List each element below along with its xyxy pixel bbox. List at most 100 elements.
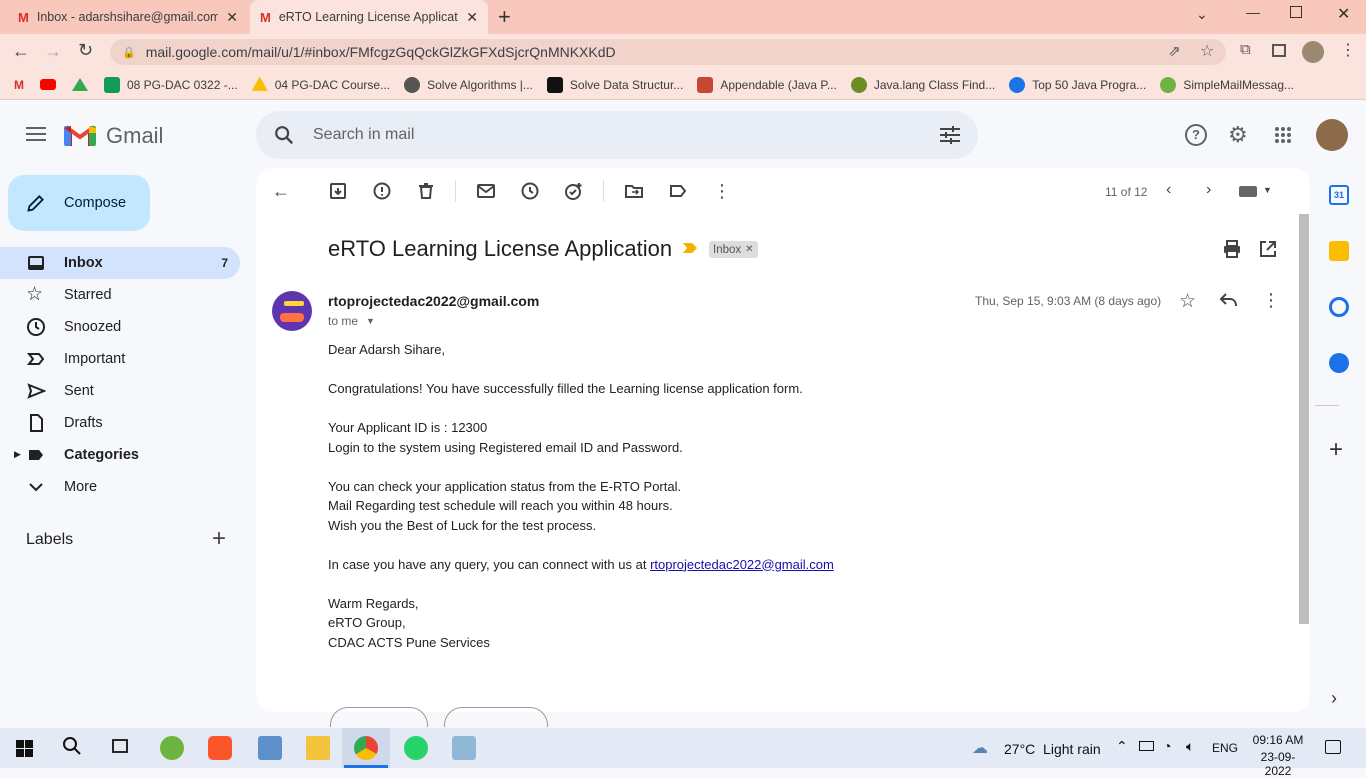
spring-tool-icon[interactable] [160, 736, 184, 760]
compose-button[interactable]: Compose [8, 175, 150, 231]
message-more-icon[interactable]: ⋮ [1262, 290, 1280, 311]
close-tab-icon[interactable]: ✕ [466, 9, 478, 26]
task-view-icon[interactable] [110, 736, 134, 760]
youtube-bookmark-icon[interactable] [40, 79, 56, 90]
bookmark-item[interactable]: 04 PG-DAC Course... [251, 76, 390, 93]
reload-icon[interactable]: ↻ [78, 40, 93, 61]
contact-email-link[interactable]: rtoprojectedac2022@gmail.com [650, 557, 834, 572]
add-to-tasks-icon[interactable] [564, 181, 584, 201]
taskbar-search-icon[interactable] [62, 736, 86, 760]
more-options-icon[interactable]: ⋮ [712, 181, 732, 201]
tab-inbox[interactable]: M Inbox - adarshsihare@gmail.com ✕ [8, 0, 248, 34]
sender-avatar[interactable] [272, 291, 312, 331]
delete-icon[interactable] [416, 181, 436, 201]
wifi-icon[interactable]: ◔ [1163, 738, 1171, 754]
reply-button[interactable] [330, 707, 428, 727]
clock-date[interactable]: 23-09-2022 [1250, 750, 1306, 778]
tab-search-icon[interactable]: ⌄ [1196, 6, 1208, 23]
close-tab-icon[interactable]: ✕ [226, 9, 238, 26]
language-indicator[interactable]: ENG [1212, 741, 1238, 755]
nav-drafts[interactable]: Drafts [0, 407, 240, 439]
contacts-icon[interactable] [1329, 353, 1349, 373]
window-close-icon[interactable]: ✕ [1337, 4, 1350, 24]
drive-bookmark-icon[interactable] [72, 78, 88, 91]
report-spam-icon[interactable] [372, 181, 392, 201]
weather-text[interactable]: 27°C Light rain [1004, 741, 1101, 757]
older-icon[interactable]: › [1206, 181, 1211, 199]
print-icon[interactable] [1222, 239, 1242, 259]
keyboard-icon[interactable] [1239, 186, 1257, 197]
brave-browser-icon[interactable] [208, 736, 232, 760]
archive-icon[interactable] [328, 181, 348, 201]
mark-unread-icon[interactable] [476, 181, 496, 201]
gmail-bookmark-icon[interactable]: M [14, 78, 24, 92]
newer-icon[interactable]: ‹ [1166, 181, 1171, 199]
search-input[interactable]: Search in mail [313, 126, 414, 144]
recipient-details[interactable]: to me ▼ [328, 314, 375, 328]
search-options-icon[interactable] [940, 126, 960, 144]
battery-icon[interactable] [1139, 741, 1154, 751]
remove-label-icon[interactable]: ✕ [745, 244, 753, 255]
forward-icon[interactable]: → [44, 41, 62, 62]
minimize-icon[interactable]: — [1246, 4, 1260, 20]
gmail-logo-icon[interactable] [64, 122, 96, 146]
tray-chevron-up-icon[interactable]: ⌃ [1116, 738, 1128, 755]
forward-button[interactable] [444, 707, 548, 727]
bookmark-item[interactable]: 08 PG-DAC 0322 -... [104, 76, 238, 93]
nav-important[interactable]: Important [0, 343, 240, 375]
address-bar[interactable]: 🔒 mail.google.com/mail/u/1/#inbox/FMfcgz… [110, 39, 1226, 65]
search-bar[interactable]: Search in mail [256, 111, 978, 159]
share-icon[interactable]: ⇗ [1168, 42, 1181, 60]
nav-categories[interactable]: ▶ Categories [0, 439, 240, 471]
nav-sent[interactable]: Sent [0, 375, 240, 407]
bookmark-item[interactable]: Appendable (Java P... [697, 76, 837, 93]
help-icon[interactable]: ? [1185, 124, 1207, 146]
weather-icon[interactable]: ☁ [972, 738, 988, 758]
tab-erto[interactable]: M eRTO Learning License Applicatio ✕ [250, 0, 488, 34]
bookmark-item[interactable]: Solve Data Structur... [546, 76, 683, 93]
menu-kebab-icon[interactable]: ⋮ [1340, 40, 1356, 60]
settings-gear-icon[interactable]: ⚙ [1228, 122, 1248, 148]
windows-start-icon[interactable] [16, 740, 33, 757]
show-details-icon[interactable]: ▼ [366, 316, 375, 326]
expand-arrow-icon[interactable]: ▶ [14, 449, 21, 460]
tasks-icon[interactable] [1329, 297, 1349, 317]
restore-icon[interactable] [1290, 6, 1302, 18]
laptop-app-icon[interactable] [258, 736, 282, 760]
sender-address[interactable]: rtoprojectedac2022@gmail.com [328, 293, 539, 309]
inbox-label-chip[interactable]: Inbox ✕ [709, 241, 758, 258]
chrome-icon[interactable] [354, 736, 378, 760]
bookmark-star-icon[interactable]: ☆ [1200, 41, 1214, 61]
back-icon[interactable]: ← [12, 41, 30, 62]
reply-icon[interactable] [1219, 292, 1237, 308]
apps-grid-icon[interactable] [1274, 126, 1292, 144]
account-avatar[interactable] [1316, 119, 1348, 151]
file-explorer-icon[interactable] [306, 736, 330, 760]
add-label-icon[interactable]: + [212, 527, 226, 551]
back-to-inbox-icon[interactable]: ← [272, 181, 292, 201]
nav-starred[interactable]: ☆ Starred [0, 279, 240, 311]
new-tab-icon[interactable]: + [498, 4, 511, 30]
profile-avatar[interactable] [1302, 41, 1324, 63]
nav-more[interactable]: More [0, 471, 240, 503]
bookmark-item[interactable]: Java.lang Class Find... [850, 76, 995, 93]
star-message-icon[interactable]: ☆ [1179, 290, 1196, 313]
extensions-icon[interactable]: ⧉ [1240, 41, 1251, 58]
calendar-icon[interactable]: 31 [1329, 185, 1349, 205]
keep-icon[interactable] [1329, 241, 1349, 261]
nav-inbox[interactable]: Inbox 7 [0, 247, 240, 279]
input-tools-dropdown-icon[interactable]: ▼ [1263, 185, 1272, 195]
move-to-icon[interactable] [624, 181, 644, 201]
main-menu-icon[interactable] [26, 126, 46, 142]
search-icon[interactable] [273, 124, 295, 146]
open-new-window-icon[interactable] [1258, 239, 1278, 259]
get-addons-icon[interactable]: + [1329, 438, 1343, 462]
notification-center-icon[interactable] [1325, 740, 1341, 754]
snooze-icon[interactable] [520, 181, 540, 201]
sidepanel-icon[interactable] [1272, 44, 1286, 57]
bookmark-item[interactable]: Top 50 Java Progra... [1009, 76, 1146, 93]
importance-marker-icon[interactable] [683, 242, 697, 254]
mail-scrollbar[interactable] [1299, 214, 1309, 624]
hide-side-panel-icon[interactable]: › [1331, 688, 1337, 709]
nav-snoozed[interactable]: Snoozed [0, 311, 240, 343]
